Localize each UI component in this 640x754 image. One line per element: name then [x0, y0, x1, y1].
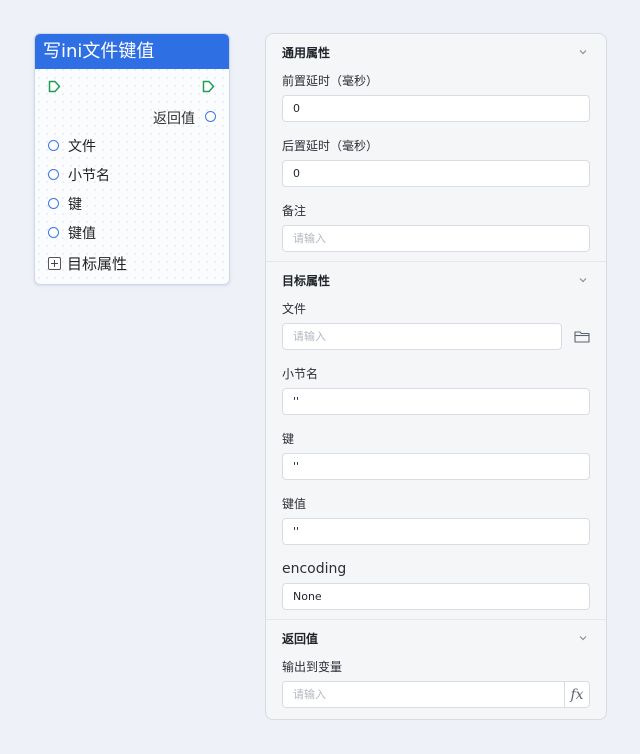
- param-label: 小节名: [68, 167, 110, 184]
- param-row-file: 文件: [35, 131, 229, 160]
- param-row-key: 键: [35, 189, 229, 218]
- general-section-header[interactable]: 通用属性: [282, 34, 590, 68]
- flow-in-port-icon[interactable]: [48, 80, 61, 93]
- return-port-row: 返回值: [35, 102, 229, 131]
- flow-out-port-icon[interactable]: [202, 80, 215, 93]
- encoding-input[interactable]: None: [282, 583, 590, 610]
- return-section-header[interactable]: 返回值: [282, 620, 590, 654]
- folder-icon: [574, 331, 590, 343]
- return-section-title: 返回值: [282, 631, 319, 646]
- section-name-input[interactable]: '': [282, 388, 590, 415]
- note-label: 备注: [282, 204, 307, 218]
- group-label: 目标属性: [67, 255, 128, 273]
- general-section-title: 通用属性: [282, 45, 331, 60]
- param-label: 文件: [68, 138, 96, 155]
- return-port-icon[interactable]: [205, 111, 216, 122]
- chevron-down-icon[interactable]: [578, 47, 588, 57]
- general-section: 通用属性 前置延时（毫秒） 0 后置延时（毫秒） 0 备注 请输入: [266, 34, 606, 252]
- return-section: 返回值 输出到变量 请输入 fx: [266, 620, 606, 708]
- chevron-down-icon[interactable]: [578, 633, 588, 643]
- target-section: 目标属性 文件 请输入 小节名 '' 键 '' 键值 '' encoding N…: [266, 262, 606, 610]
- fx-icon[interactable]: fx: [564, 682, 589, 707]
- flow-port-row: [35, 69, 229, 102]
- target-group-toggle[interactable]: 目标属性: [35, 247, 229, 280]
- key-label: 键: [282, 432, 295, 446]
- output-variable-field: 请输入 fx: [282, 681, 590, 708]
- target-section-title: 目标属性: [282, 273, 331, 288]
- key-input[interactable]: '': [282, 453, 590, 480]
- return-label: 返回值: [153, 111, 195, 127]
- param-row-keyvalue: 键值: [35, 218, 229, 247]
- properties-panel: 通用属性 前置延时（毫秒） 0 后置延时（毫秒） 0 备注 请输入 目标属性 文…: [265, 33, 607, 720]
- param-port-icon[interactable]: [48, 140, 59, 151]
- param-port-icon[interactable]: [48, 227, 59, 238]
- chevron-down-icon[interactable]: [578, 275, 588, 285]
- param-port-icon[interactable]: [48, 169, 59, 180]
- browse-folder-button[interactable]: [562, 323, 590, 350]
- post-delay-input[interactable]: 0: [282, 160, 590, 187]
- post-delay-label: 后置延时（毫秒）: [282, 139, 379, 153]
- key-value-label: 键值: [282, 497, 307, 511]
- param-label: 键: [68, 196, 82, 213]
- workflow-node[interactable]: 写ini文件键值 返回值 文件 小节名 键 键值 目标属性: [34, 33, 230, 285]
- target-section-header[interactable]: 目标属性: [282, 262, 590, 296]
- key-value-input[interactable]: '': [282, 518, 590, 545]
- node-title: 写ini文件键值: [35, 34, 229, 69]
- param-label: 键值: [68, 225, 96, 242]
- file-label: 文件: [282, 302, 307, 316]
- pre-delay-label: 前置延时（毫秒）: [282, 74, 379, 88]
- section-name-label: 小节名: [282, 367, 319, 381]
- output-variable-label: 输出到变量: [282, 660, 343, 674]
- note-input[interactable]: 请输入: [282, 225, 590, 252]
- output-variable-input[interactable]: 请输入: [283, 682, 564, 707]
- encoding-label: encoding: [282, 561, 347, 577]
- param-port-icon[interactable]: [48, 198, 59, 209]
- param-row-section: 小节名: [35, 160, 229, 189]
- expand-plus-icon[interactable]: [48, 257, 61, 270]
- pre-delay-input[interactable]: 0: [282, 95, 590, 122]
- file-input[interactable]: 请输入: [282, 323, 562, 350]
